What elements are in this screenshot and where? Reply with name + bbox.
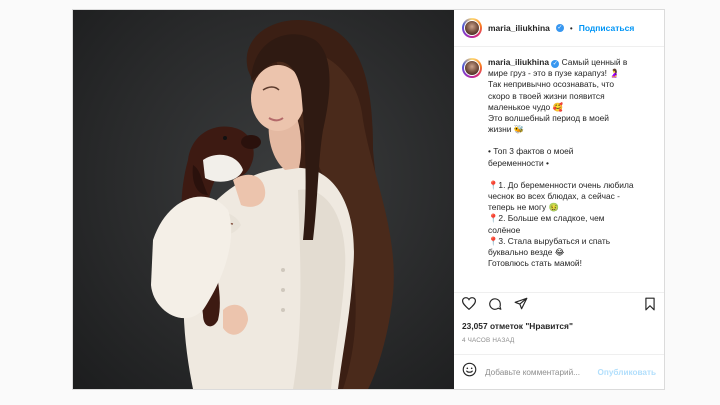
caption-gap [488, 135, 656, 146]
verified-badge-icon: ✓ [555, 24, 564, 32]
caption-text: maria_iliukhina ✓ Самый ценный в мире гр… [488, 57, 656, 288]
instagram-post: maria_iliukhina ✓ • Подписаться maria_il… [72, 9, 665, 390]
post-timestamp[interactable]: 4 ЧАСОВ НАЗАД [454, 331, 664, 354]
caption-line: солёное [488, 224, 521, 235]
avatar[interactable] [462, 18, 482, 38]
share-icon[interactable] [514, 297, 528, 315]
comment-icon[interactable] [488, 297, 502, 316]
separator-dot: • [569, 23, 573, 33]
heart-icon[interactable] [461, 297, 477, 315]
comment-input[interactable]: Добавьте комментарий... [485, 368, 590, 377]
header-username[interactable]: maria_iliukhina [488, 23, 550, 33]
action-bar [454, 292, 664, 319]
caption-line: Так непривычно осознавать, что [488, 79, 615, 90]
post-header: maria_iliukhina ✓ • Подписаться [454, 10, 664, 47]
caption-line: мире груз - это в пузе карапуз! 🤰 [488, 68, 620, 79]
caption-line: маленькое чудо 🥰 [488, 101, 563, 112]
follow-button[interactable]: Подписаться [579, 23, 635, 33]
caption-line: 📍3. Стала вырубаться и спать [488, 235, 611, 246]
verified-badge-icon: ✓ [551, 60, 560, 68]
caption-first-line: maria_iliukhina ✓ Самый ценный в [488, 57, 656, 68]
bookmark-icon[interactable] [644, 297, 656, 316]
caption-line: Самый ценный в [561, 57, 628, 67]
caption-line: скоро в твоей жизни появится [488, 90, 605, 101]
caption-line: буквально везде 😂 [488, 247, 565, 258]
comment-bar: Добавьте комментарий... Опубликовать [454, 354, 664, 389]
caption-line: чеснок во всех блюдах, а сейчас - [488, 191, 620, 202]
likes-count[interactable]: 23,057 отметок "Нравится" [454, 319, 664, 331]
caption-username[interactable]: maria_iliukhina [488, 57, 549, 67]
caption-line: теперь не могу 🤢 [488, 202, 559, 213]
photo-illustration [151, 20, 394, 389]
emoji-icon[interactable] [462, 362, 477, 382]
caption-line: Готовлюсь стать мамой! [488, 258, 582, 269]
caption-avatar[interactable] [462, 58, 482, 78]
caption-line: 📍2. Больше ем сладкое, чем [488, 213, 605, 224]
caption-line: 📍1. До беременности очень любила [488, 179, 634, 190]
post-photo[interactable] [73, 10, 454, 389]
caption-line: Это волшебный период в моей [488, 113, 609, 124]
post-caption: maria_iliukhina ✓ Самый ценный в мире гр… [454, 47, 664, 292]
post-sidebar: maria_iliukhina ✓ • Подписаться maria_il… [454, 10, 664, 389]
caption-line: • Топ 3 фактов о моей [488, 146, 574, 157]
post-comment-button[interactable]: Опубликовать [598, 368, 656, 377]
caption-line: жизни 🐝 [488, 124, 525, 135]
caption-gap [488, 169, 656, 180]
caption-line: беременности • [488, 157, 549, 168]
